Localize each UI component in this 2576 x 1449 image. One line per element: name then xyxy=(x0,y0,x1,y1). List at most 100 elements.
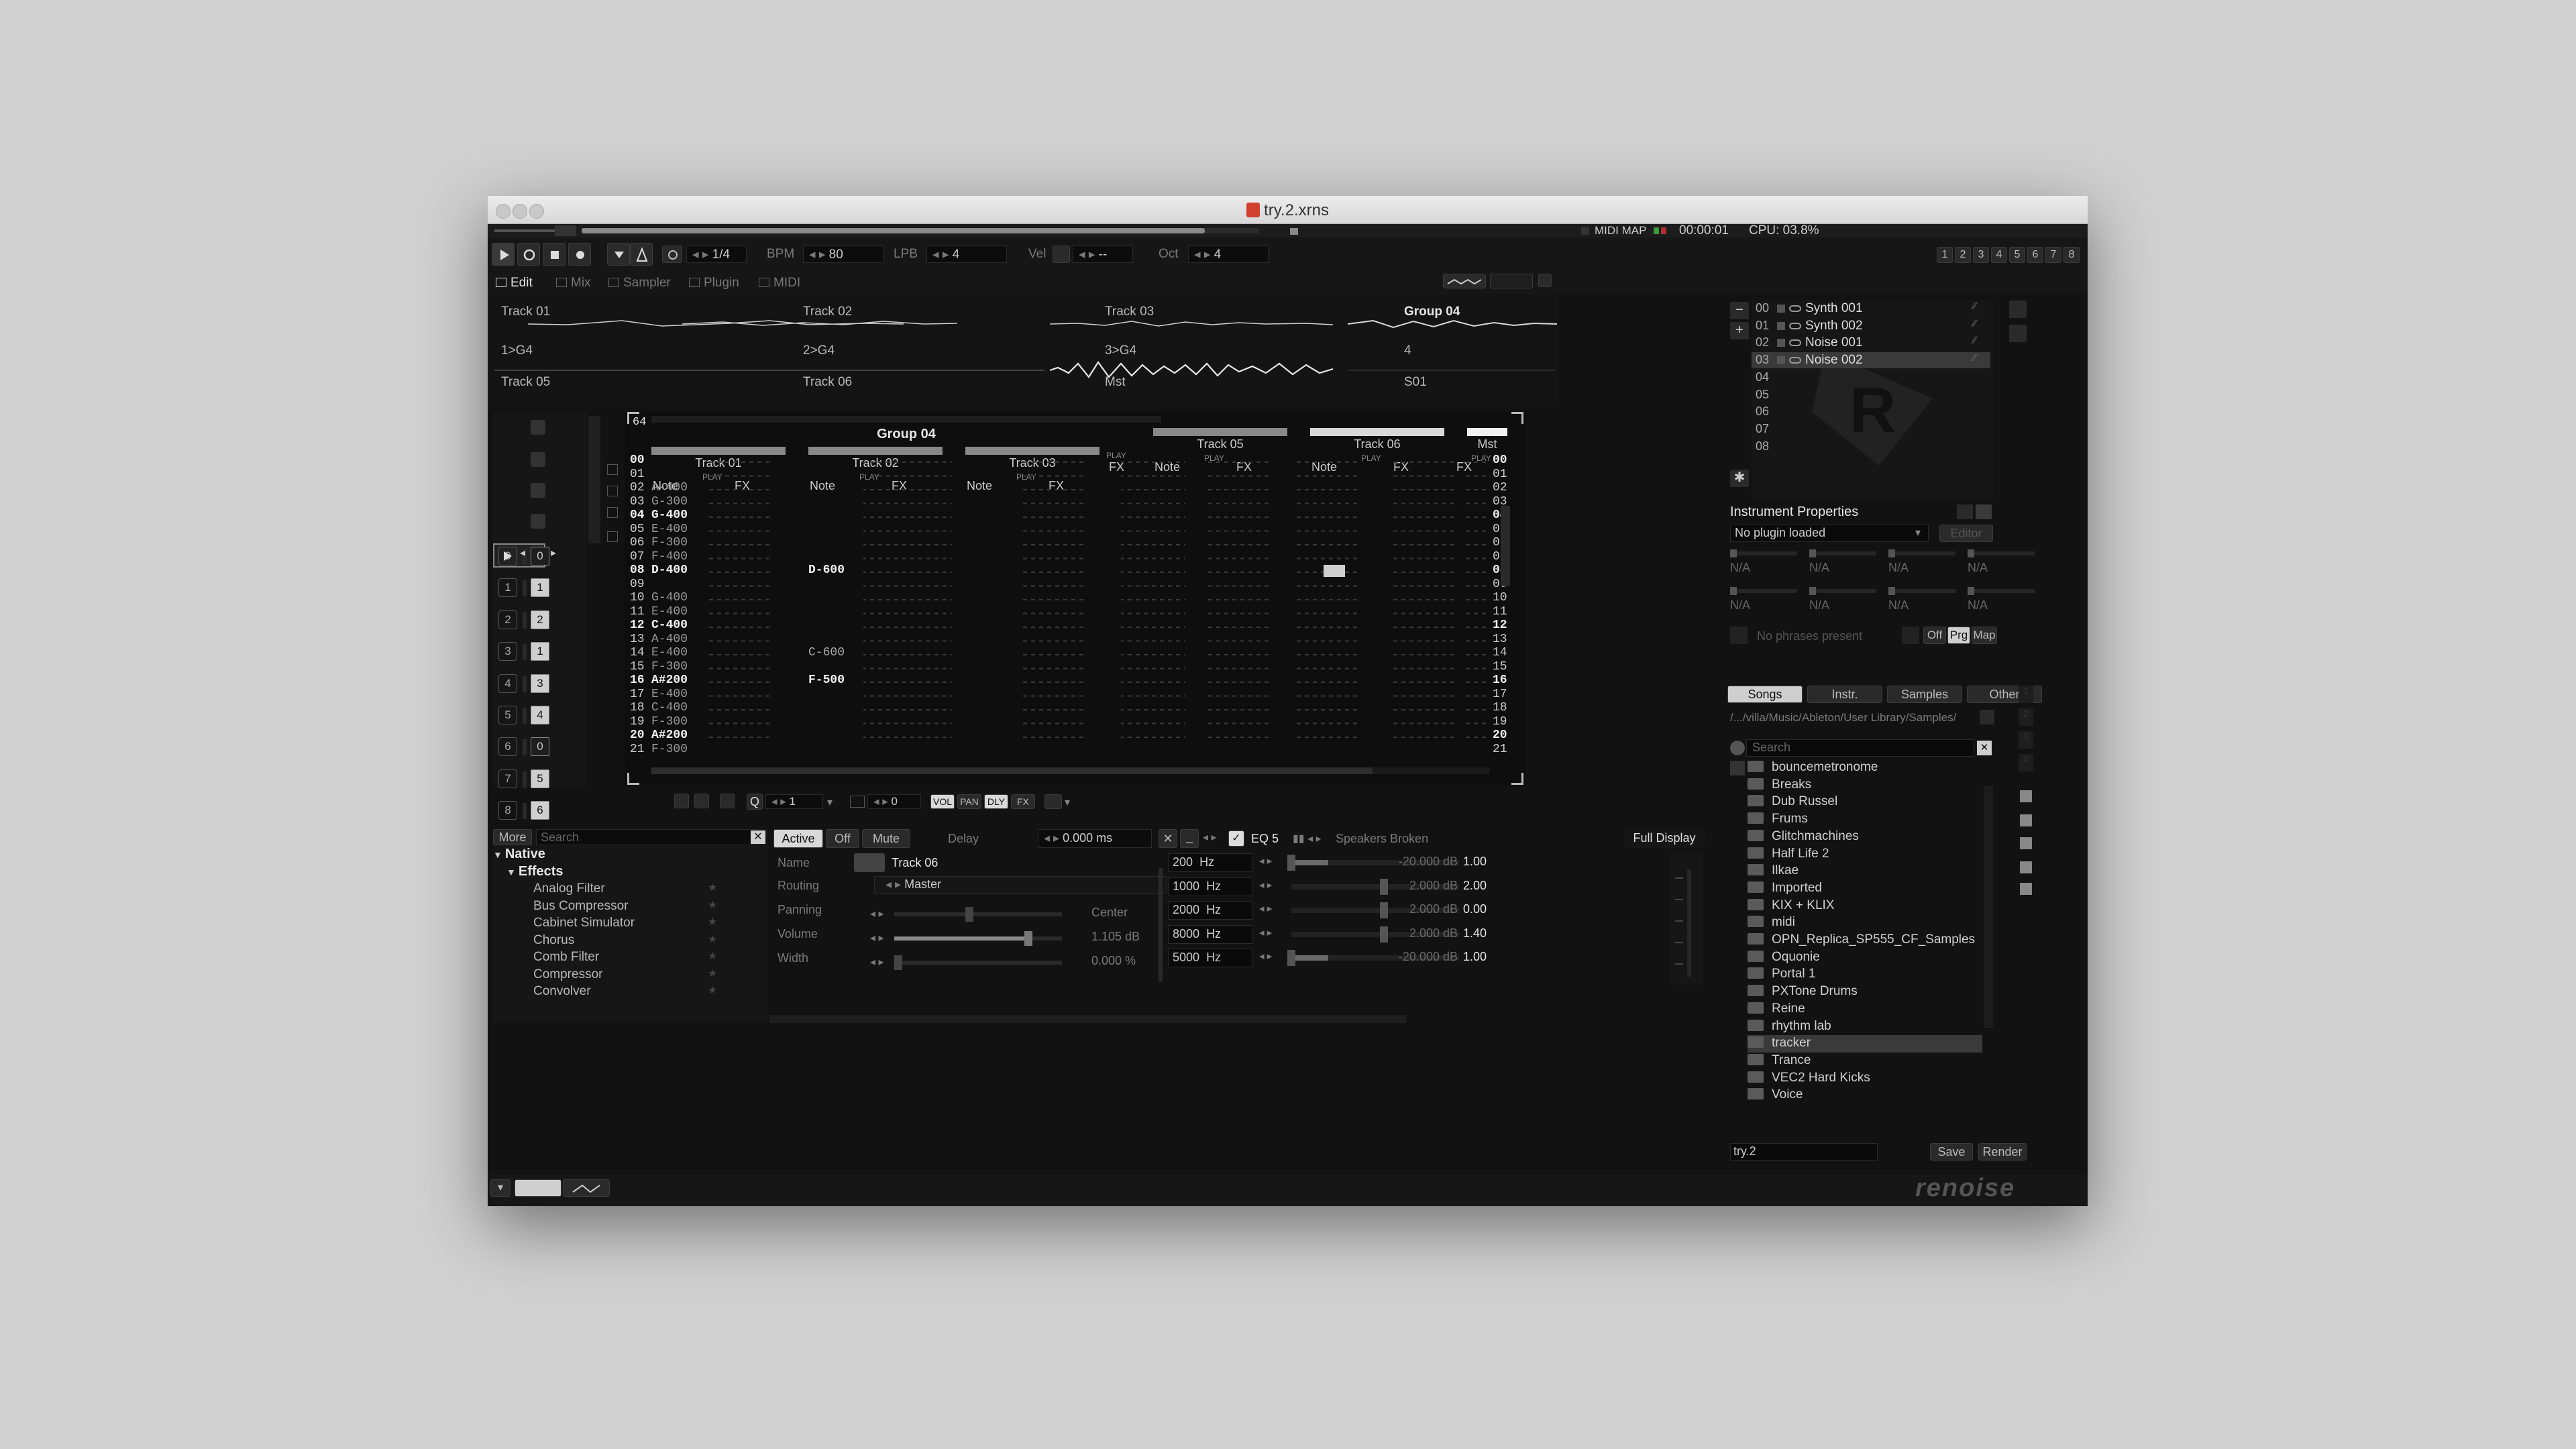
macro-handle[interactable] xyxy=(1968,549,1974,557)
track-name[interactable]: Mst xyxy=(1467,437,1507,451)
folder-item[interactable]: bouncemetronome xyxy=(1748,759,1982,777)
favorite-star-icon[interactable]: ★ xyxy=(708,949,717,963)
eq-preset-icons[interactable]: ▮▮ ◂ ▸ xyxy=(1293,832,1322,845)
disk-tab-samples[interactable]: Samples xyxy=(1887,686,1962,703)
folder-item[interactable]: tracker xyxy=(1748,1035,1982,1053)
folder-item[interactable]: KIX + KLIX xyxy=(1748,898,1982,915)
macro-slider[interactable] xyxy=(1888,589,1955,593)
macro-handle[interactable] xyxy=(1888,549,1895,557)
panning-slider[interactable] xyxy=(894,912,1062,916)
macro-handle[interactable] xyxy=(1888,587,1895,595)
more-button[interactable]: More xyxy=(493,829,532,845)
eq-band-freq[interactable]: 8000 Hz xyxy=(1168,924,1252,944)
seq-slot[interactable] xyxy=(531,483,545,498)
macro-slider[interactable] xyxy=(1888,551,1955,555)
active-button[interactable]: Active xyxy=(773,829,823,848)
track-number-4[interactable]: 4 xyxy=(1991,247,2007,263)
seq-remove-icon[interactable] xyxy=(607,486,618,496)
panning-arrows[interactable]: ◂ ▸ xyxy=(870,907,884,920)
disk-slot-1[interactable]: 1 xyxy=(2019,686,2033,703)
delay-field[interactable]: ◂ ▸ 0.000 ms xyxy=(1038,829,1152,848)
mute-button[interactable]: Mute xyxy=(862,829,910,848)
instrument-row[interactable]: 00 Synth 001 ∕∕ xyxy=(1752,301,1990,317)
eq-band-q[interactable]: 2.00 xyxy=(1463,879,1487,893)
dsp-tree-item[interactable]: Compressor ★ xyxy=(493,967,761,984)
follow-button[interactable] xyxy=(607,243,630,266)
pattern-options-dropdown-icon[interactable]: ▾ xyxy=(1065,796,1070,809)
pattern-h-scrollbar[interactable] xyxy=(651,767,1490,774)
scope-track-name[interactable]: Group 04 xyxy=(1404,305,1460,319)
octave-field[interactable]: ◂ ▸ 4 xyxy=(1188,246,1269,263)
pattern-lines[interactable]: 64 xyxy=(633,416,646,429)
toolbar-split-icon[interactable] xyxy=(674,794,689,808)
eq-band-arrows[interactable]: ◂ ▸ xyxy=(1259,855,1272,867)
sequence-row[interactable]: 43 xyxy=(493,671,587,699)
mute-strip[interactable] xyxy=(523,580,527,597)
macro-slider[interactable] xyxy=(1809,589,1876,593)
eq-collapse-icon[interactable]: _ xyxy=(1180,829,1199,848)
eq-band-arrows[interactable]: ◂ ▸ xyxy=(1259,950,1272,962)
instrument-row[interactable]: 07 xyxy=(1752,421,1990,437)
dsp-search-input[interactable]: Search xyxy=(536,829,757,845)
instrument-row[interactable]: 03 Noise 002 ∕∕ xyxy=(1752,352,1990,369)
disk-tab-songs[interactable]: Songs xyxy=(1727,686,1803,703)
automation-tab[interactable] xyxy=(563,1179,610,1197)
instrument-tools-icon[interactable]: ✱ xyxy=(1730,470,1749,487)
favorite-star-icon[interactable]: ★ xyxy=(708,915,717,928)
lower-frame-toggle-icon[interactable]: ▾ xyxy=(490,1179,511,1197)
track-number-7[interactable]: 7 xyxy=(2045,247,2061,263)
sequence-position[interactable]: 4 xyxy=(498,674,517,693)
width-handle[interactable] xyxy=(894,955,902,970)
filename-input[interactable]: try.2 xyxy=(1730,1143,1878,1161)
spectrum-view-toggle[interactable] xyxy=(1490,274,1533,288)
midi-map-button[interactable]: MIDI MAP xyxy=(1595,224,1646,237)
sequence-position[interactable]: 2 xyxy=(498,610,517,629)
pattern-options-icon[interactable] xyxy=(1044,794,1062,809)
favorite-star-icon[interactable]: ★ xyxy=(708,967,717,980)
tab-midi[interactable]: MIDI xyxy=(759,275,800,292)
phrase-prev-icon[interactable] xyxy=(1730,627,1748,644)
scope-track-name[interactable]: Track 06 xyxy=(803,375,852,390)
sequence-row[interactable]: 54 xyxy=(493,702,587,731)
macro-handle[interactable] xyxy=(1809,549,1816,557)
eq-gain-handle[interactable] xyxy=(1287,950,1295,966)
editor-button[interactable]: Editor xyxy=(1939,525,1993,542)
disk-tab-instr[interactable]: Instr. xyxy=(1807,686,1882,703)
disk-icon[interactable] xyxy=(2020,814,2032,826)
scope-track-name[interactable]: Mst xyxy=(1105,375,1126,390)
block-loop-field[interactable]: ◂ ▸ 1/4 xyxy=(686,246,747,263)
folder-item[interactable]: Imported xyxy=(1748,880,1982,898)
instrument-row[interactable]: 02 Noise 001 ∕∕ xyxy=(1752,335,1990,351)
folder-item[interactable]: VEC2 Hard Kicks xyxy=(1748,1070,1982,1087)
eq-delete-icon[interactable]: ✕ xyxy=(1159,829,1177,848)
track-number-3[interactable]: 3 xyxy=(1973,247,1989,263)
scope-track-name[interactable]: S01 xyxy=(1404,375,1427,390)
user-icon[interactable] xyxy=(2020,861,2032,873)
panning-handle[interactable] xyxy=(965,907,973,922)
folder-item[interactable]: Glitchmachines xyxy=(1748,828,1982,846)
disk-search-input[interactable]: Search xyxy=(1746,739,1974,757)
folder-item[interactable]: midi xyxy=(1748,914,1982,932)
track-number-5[interactable]: 5 xyxy=(2009,247,2025,263)
pattern-number[interactable]: 1 xyxy=(531,642,549,661)
remove-instrument-icon[interactable]: − xyxy=(1730,302,1749,319)
instrument-row[interactable]: 06 xyxy=(1752,404,1990,420)
macro-slider[interactable] xyxy=(1730,551,1797,555)
eq-band-q[interactable]: 1.00 xyxy=(1463,855,1487,869)
lpb-field[interactable]: ◂ ▸ 4 xyxy=(926,246,1007,263)
scope-track-name[interactable]: Track 05 xyxy=(501,375,550,390)
folder-item[interactable]: Frums xyxy=(1748,811,1982,828)
tab-plugin[interactable]: Plugin xyxy=(689,275,739,292)
folder-item[interactable]: PXTone Drums xyxy=(1748,983,1982,1001)
seq-next-arrow-icon[interactable]: ▸ xyxy=(551,546,556,559)
toolbar-adv-edit-icon[interactable] xyxy=(694,794,709,808)
phrase-map-button[interactable]: Map xyxy=(1972,627,1997,644)
disk-clear-search-icon[interactable]: ✕ xyxy=(1977,741,1992,755)
favorite-star-icon[interactable]: ★ xyxy=(708,881,717,894)
eq-preset-name[interactable]: Speakers Broken xyxy=(1336,832,1428,846)
record-button[interactable] xyxy=(568,243,591,266)
instrument-panel-arrow-icon[interactable] xyxy=(2009,301,2027,318)
pattern-number[interactable]: 0 xyxy=(531,737,549,757)
master-volume-slider[interactable] xyxy=(494,229,561,232)
mute-strip[interactable] xyxy=(523,771,527,788)
